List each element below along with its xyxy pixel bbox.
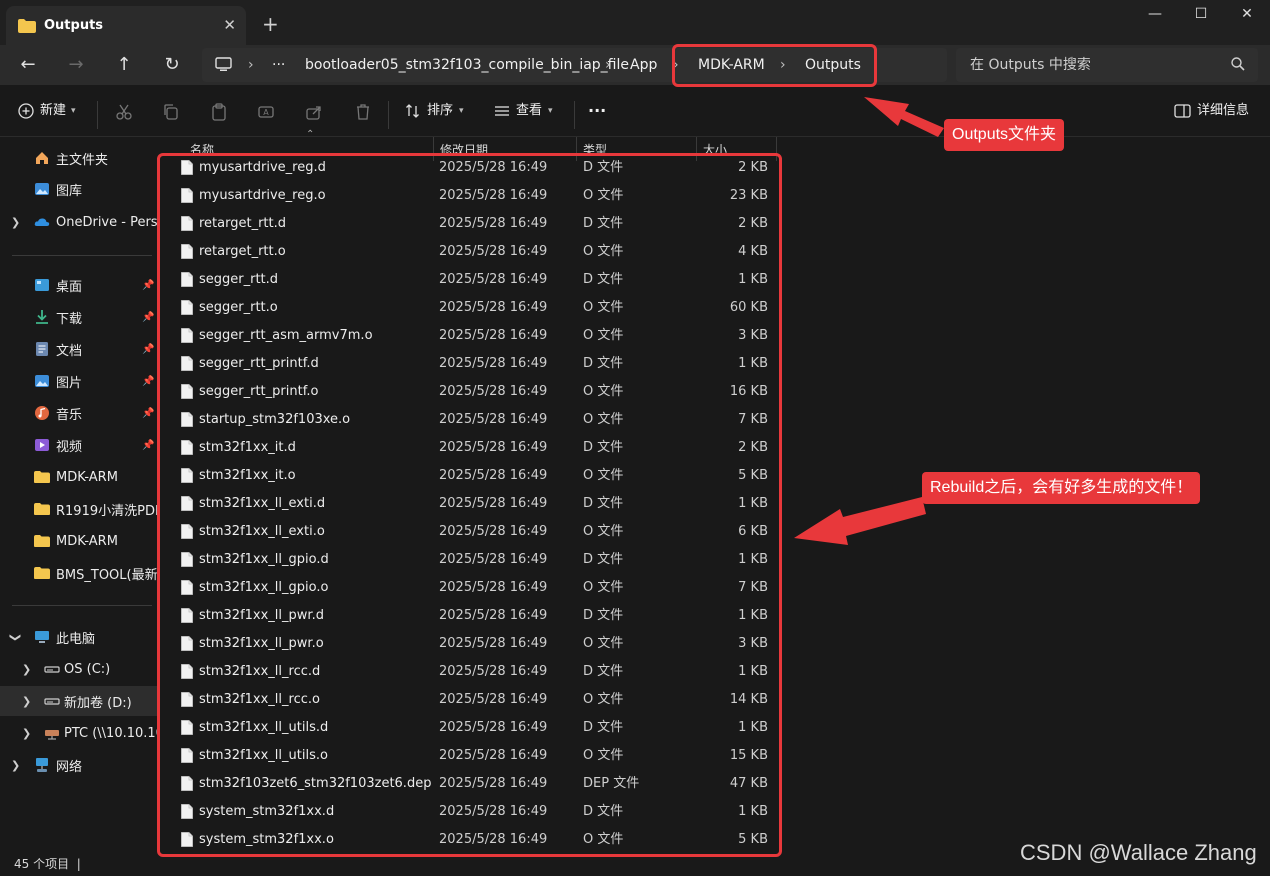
outputs-callout: Outputs文件夹 <box>944 119 1065 151</box>
rebuild-callout: Rebuild之后，会有好多生成的文件！ <box>922 472 1201 504</box>
watermark: CSDN @Wallace Zhang <box>1020 840 1257 865</box>
arrow-to-file-list <box>794 497 926 545</box>
annotation-arrows <box>794 97 944 545</box>
arrow-to-breadcrumb <box>864 97 944 137</box>
